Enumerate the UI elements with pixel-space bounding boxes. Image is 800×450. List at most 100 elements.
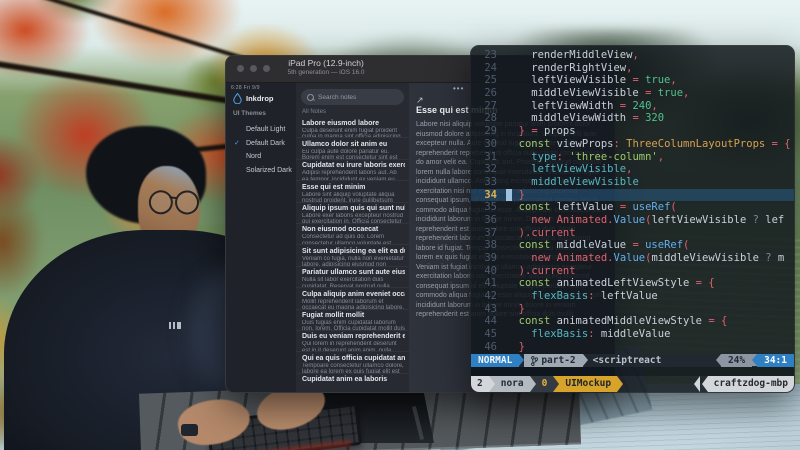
code-editor-area[interactable]: 23 renderMiddleView,24 renderRightView,2… (471, 46, 794, 354)
code-line[interactable]: 33 middleViewVisible (471, 176, 794, 189)
search-placeholder: Search notes (318, 94, 356, 101)
note-item-title: Esse qui est minim (302, 183, 405, 192)
code-line[interactable]: 39 new Animated.Value(middleViewVisible … (471, 252, 794, 265)
code-line[interactable]: 46 } (471, 341, 794, 354)
code-text: const animatedMiddleViewStyle = { (506, 315, 794, 328)
note-item-preview: Veniam co fugia, nulla non evenietatur l… (302, 256, 405, 267)
line-number: 36 (471, 214, 506, 227)
theme-label: Nord (246, 153, 261, 160)
note-list-item[interactable]: Duis eu veniam reprehenderit est si...Qu… (296, 331, 409, 352)
code-line[interactable]: 37 ).current (471, 227, 794, 240)
note-item-title: Cupidatat anim ea laboris (302, 375, 405, 384)
note-item-preview: Labore exer laboris excepteur nostrud qu… (302, 213, 405, 224)
code-line[interactable]: 40 ).current (471, 265, 794, 278)
code-line[interactable]: 35 const leftValue = useRef( (471, 201, 794, 214)
line-number: 33 (471, 176, 506, 189)
code-line[interactable]: 44 const animatedMiddleViewStyle = { (471, 315, 794, 328)
code-line[interactable]: 25 leftViewVisible = true, (471, 74, 794, 87)
note-list: Labore eiusmod laboreCulpa deserunt enim… (296, 117, 409, 393)
code-text: } (506, 303, 794, 316)
theme-list: Default Light✓Default Dark Nord Solarized … (226, 123, 296, 177)
note-list-item[interactable]: Qui ea quis officia cupidatat anim e...T… (296, 352, 409, 373)
cursor-position: 34:1 (757, 354, 794, 367)
code-line[interactable]: 41 const animatedLeftViewStyle = { (471, 277, 794, 290)
sidebar-item-theme[interactable]: Default Light (226, 123, 296, 137)
line-number: 38 (471, 239, 506, 252)
code-line[interactable]: 27 leftViewWidth = 240, (471, 100, 794, 113)
code-text: renderMiddleView, (506, 49, 794, 62)
app-name: Inkdrop (246, 94, 274, 103)
note-item-preview: Consectetur ad quis do. Lorem consectetu… (302, 234, 405, 245)
note-item-preview: Culpa deserunt enim fugiat proident culp… (302, 128, 405, 139)
code-line[interactable]: 28 middleViewWidth = 320 (471, 112, 794, 125)
sidebar-item-theme[interactable]: Nord (226, 150, 296, 164)
tmux-host-segment[interactable]: nora (495, 376, 530, 392)
tmux-status-bar: 2 nora 0 UIMockup craftzdog-mbp (471, 376, 794, 392)
inkdrop-logo-icon (233, 93, 242, 104)
code-text: ).current (506, 265, 794, 278)
code-line[interactable]: 26 middleViewVisible = true, (471, 87, 794, 100)
note-list-item[interactable]: Ullamco dolor sit anim euEu culpa aute d… (296, 138, 409, 159)
code-line[interactable]: 43 } (471, 303, 794, 316)
note-item-title: Fugiat mollit mollit (302, 311, 405, 320)
code-line[interactable]: 23 renderMiddleView, (471, 49, 794, 62)
code-line[interactable]: 29 } = props (471, 125, 794, 138)
note-item-preview: Adipisi reprehenderit laboris aut. Ab ea… (302, 170, 405, 181)
filetype-segment: <scriptreact (588, 354, 667, 367)
window-subtitle: 5th generation — iOS 16.0 (226, 69, 426, 76)
search-icon (307, 94, 314, 101)
note-list-item[interactable]: Aliquip ipsum quis qui sunt nullaLabore … (296, 203, 409, 224)
note-list-item[interactable]: Sit sunt adipisicing ea elit ea duisVeni… (296, 245, 409, 266)
tmux-session-name[interactable]: 2 (471, 376, 489, 392)
code-text: const middleValue = useRef( (506, 239, 794, 252)
code-line[interactable]: 30 const viewProps: ThreeColumnLayoutPro… (471, 138, 794, 151)
line-number: 46 (471, 341, 506, 354)
note-list-header: All Notes (302, 109, 409, 115)
code-line[interactable]: 36 new Animated.Value(leftViewVisible ? … (471, 214, 794, 227)
note-item-preview: Tempoare consectetur ullamco dolore, lab… (302, 363, 405, 374)
note-list-item[interactable]: Esse qui est minimLabore sint aliquip vo… (296, 181, 409, 202)
more-options-button[interactable]: ••• (453, 84, 464, 93)
code-text: } (506, 341, 794, 354)
line-number: 29 (471, 125, 506, 138)
tmux-window-name[interactable]: UIMockup (559, 376, 617, 392)
code-line[interactable]: 24 renderRightView, (471, 62, 794, 75)
sidebar-item-theme[interactable]: ✓Default Dark (226, 137, 296, 151)
note-item-title: Labore eiusmod labore (302, 119, 405, 128)
line-number: 28 (471, 112, 506, 125)
tmux-window-index[interactable]: 0 (536, 376, 554, 392)
vim-command-line (471, 367, 794, 376)
code-line[interactable]: 31 type: 'three-column', (471, 151, 794, 164)
code-text: const viewProps: ThreeColumnLayoutProps … (506, 138, 794, 151)
line-number: 43 (471, 303, 506, 316)
note-list-item[interactable]: Cupidatat anim ea laboris (296, 374, 409, 393)
git-branch-icon (531, 356, 538, 366)
note-list-item[interactable]: Cupidatat eu irure laboris exercitati...… (296, 160, 409, 181)
code-line[interactable]: 42 flexBasis: leftValue (471, 290, 794, 303)
code-text: type: 'three-column', (506, 151, 794, 164)
inkdrop-logo-row[interactable]: Inkdrop (233, 93, 274, 104)
tmux-hostname: craftzdog-mbp (708, 376, 794, 392)
note-list-item[interactable]: Labore eiusmod laboreCulpa deserunt enim… (296, 117, 409, 138)
sidebar-item-theme[interactable]: Solarized Dark (226, 164, 296, 178)
line-number: 35 (471, 201, 506, 214)
note-list-item[interactable]: Fugiat mollit mollitDuis fugias enim cup… (296, 310, 409, 331)
note-item-preview: Nulla sit labor exercitation duis cupida… (302, 277, 405, 288)
code-text: const animatedLeftViewStyle = { (506, 277, 794, 290)
code-text: const leftValue = useRef( (506, 201, 794, 214)
code-text: middleViewWidth = 320 (506, 112, 794, 125)
code-line[interactable]: 32 leftViewVisible, (471, 163, 794, 176)
line-number: 27 (471, 100, 506, 113)
note-list-panel: Search notes All Notes Labore eiusmod la… (296, 83, 409, 393)
line-number: 25 (471, 74, 506, 87)
note-list-item[interactable]: Pariatur ullamco sunt aute eiusmo...Null… (296, 267, 409, 288)
note-list-item[interactable]: Culpa aliquip anim eveniet occaec...Moll… (296, 288, 409, 309)
note-item-preview: Duis fugias enim cupidatat laborum non, … (302, 320, 405, 331)
code-line[interactable]: 45 flexBasis: middleValue (471, 328, 794, 341)
search-input[interactable]: Search notes (301, 89, 404, 105)
code-text: } = props (506, 125, 794, 138)
code-line-cursor[interactable]: 34 } (471, 189, 794, 202)
code-line[interactable]: 38 const middleValue = useRef( (471, 239, 794, 252)
note-list-item[interactable]: Non eiusmod occaecatConsectetur ad quis … (296, 224, 409, 245)
check-icon: ✓ (234, 137, 240, 151)
